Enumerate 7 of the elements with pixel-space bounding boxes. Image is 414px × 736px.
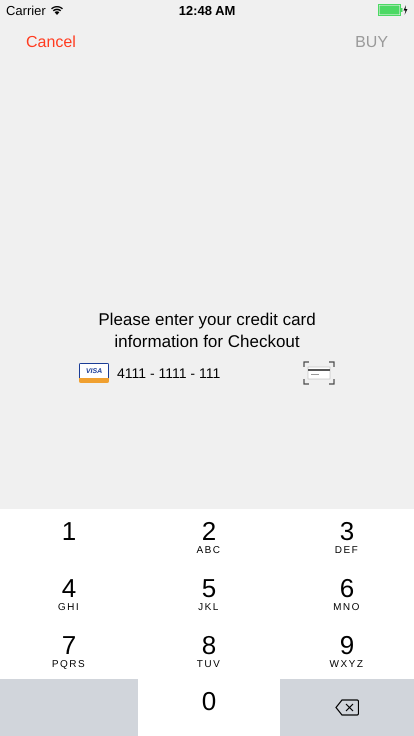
wifi-icon xyxy=(50,5,64,15)
carrier-label: Carrier xyxy=(6,2,46,18)
card-number-field[interactable]: 4111 - 1111 - 111 xyxy=(117,365,303,381)
card-scan-icon[interactable] xyxy=(303,361,335,385)
clock-time: 12:48 AM xyxy=(178,2,236,18)
prompt-text: Please enter your credit card information for Checkout xyxy=(97,309,317,353)
backspace-icon xyxy=(335,699,359,716)
